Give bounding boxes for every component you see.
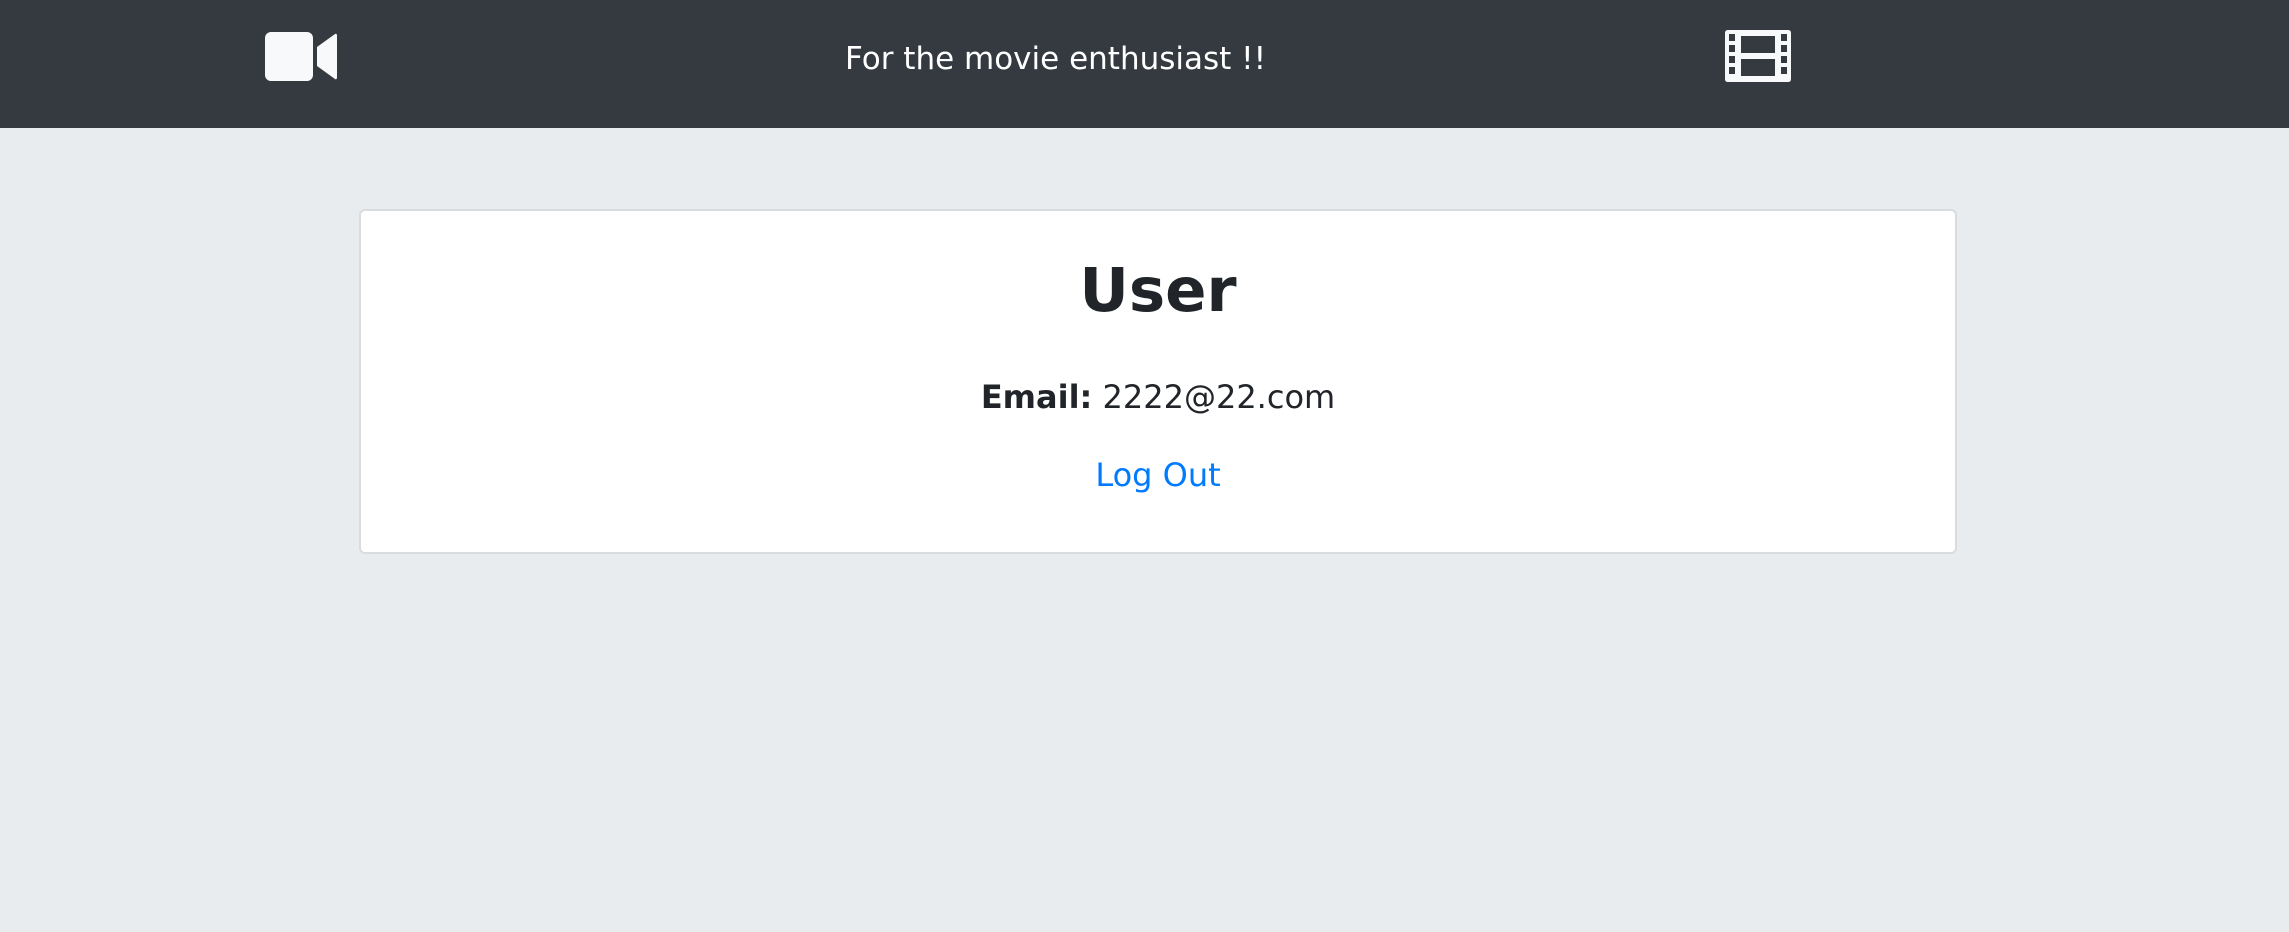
email-line: Email: 2222@22.com [361, 377, 1955, 417]
logout-link[interactable]: Log Out [1095, 456, 1220, 494]
user-card: User Email: 2222@22.com Log Out [359, 209, 1957, 554]
email-value: 2222@22.com [1102, 378, 1336, 416]
nav-tagline: For the movie enthusiast !! [845, 41, 1267, 77]
email-label: Email: [980, 378, 1093, 416]
film-icon[interactable] [1725, 30, 1791, 82]
logout-container: Log Out [361, 455, 1955, 495]
video-camera-icon[interactable] [265, 32, 337, 81]
navbar: For the movie enthusiast !! [0, 0, 2289, 128]
page-title: User [1079, 255, 1237, 326]
